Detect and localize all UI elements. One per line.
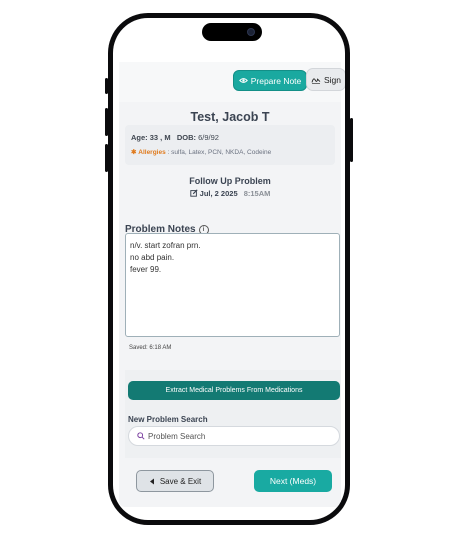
dob-label: DOB: [176, 133, 197, 142]
dynamic-island [202, 23, 262, 41]
note-line: fever 99. [130, 265, 162, 274]
phone-frame: Prepare Note Sign Test, Jacob T Age: 33 … [108, 13, 350, 525]
visit-type: Follow Up Problem [189, 176, 271, 186]
sign-button[interactable]: Sign [306, 68, 345, 91]
sign-label: Sign [323, 74, 341, 85]
extract-problems-button[interactable]: Extract Medical Problems From Medication… [128, 381, 340, 400]
visit-time-value: 8:15AM [243, 189, 271, 198]
back-arrow-icon [149, 478, 154, 484]
edit-calendar-icon [189, 189, 198, 197]
save-exit-button[interactable]: Save & Exit [136, 470, 214, 492]
visit-date-value: Jul, 2 2025 [199, 189, 238, 198]
patient-demographics: Age: 33 , M DOB: 6/9/92 ✱ Allergies : su… [125, 125, 335, 165]
search-icon [137, 432, 145, 440]
problem-search-field[interactable] [128, 426, 340, 446]
note-line: no abd pain. [130, 253, 175, 262]
prepare-note-button[interactable]: Prepare Note [233, 70, 307, 91]
allergies-line: ✱ Allergies : sulfa, Latex, PCN, NKDA, C… [131, 148, 271, 156]
age-dob-line: Age: 33 , M DOB: 6/9/92 [131, 133, 219, 142]
problem-actions-panel: Extract Medical Problems From Medication… [125, 370, 341, 458]
problem-search-input[interactable] [148, 431, 318, 441]
saved-status: Saved: 6:18 AM [129, 345, 172, 351]
phone-power-button [350, 118, 353, 162]
dob-value: 6/9/92 [198, 133, 219, 142]
allergies-label: Allergies [138, 149, 166, 156]
note-app: Prepare Note Sign Test, Jacob T Age: 33 … [119, 62, 345, 507]
signature-icon [311, 77, 321, 84]
top-bar: Prepare Note Sign [119, 62, 345, 102]
patient-name: Test, Jacob T [190, 110, 270, 124]
age-sex: Age: 33 , M [131, 133, 171, 142]
next-meds-button[interactable]: Next (Meds) [254, 470, 332, 492]
save-exit-label: Save & Exit [159, 476, 202, 486]
phone-screen: Prepare Note Sign Test, Jacob T Age: 33 … [113, 18, 345, 520]
visit-date: Jul, 2 2025 8:15AM [119, 189, 341, 198]
eye-icon [238, 78, 248, 83]
asterisk-icon: ✱ [131, 149, 137, 156]
allergies-list: sulfa, Latex, PCN, NKDA, Codeine [171, 149, 272, 156]
camera-icon [247, 28, 255, 36]
prepare-note-label: Prepare Note [250, 75, 302, 86]
new-problem-search-label: New Problem Search [128, 415, 208, 424]
note-line: n/v. start zofran prn. [130, 241, 201, 250]
problem-notes-textarea[interactable]: n/v. start zofran prn. no abd pain. feve… [125, 233, 340, 337]
